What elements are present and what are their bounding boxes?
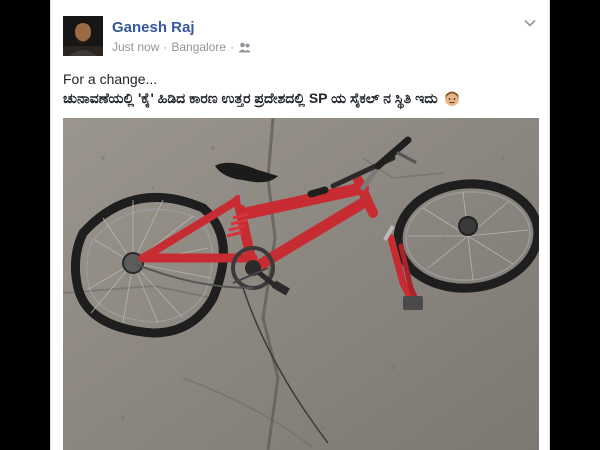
post-text-line-2: ಚುನಾವಣೆಯಲ್ಲಿ 'ಕೈ' ಹಿಡಿದ ಕಾರಣ ಉತ್ತರ ಪ್ರದೇ… — [63, 90, 438, 106]
post-text: For a change... ಚುನಾವಣೆಯಲ್ಲಿ 'ಕೈ' ಹಿಡಿದ … — [63, 70, 537, 108]
post-location[interactable]: Bangalore — [171, 40, 226, 54]
friends-icon[interactable] — [238, 42, 251, 53]
post-meta: Just now · Bangalore · — [112, 40, 251, 54]
post-header: Ganesh Raj Just now · Bangalore · — [63, 16, 537, 60]
chevron-down-icon[interactable] — [523, 16, 537, 30]
author-name[interactable]: Ganesh Raj — [112, 19, 195, 36]
broken-red-bicycle-photo[interactable] — [63, 118, 539, 450]
meta-separator: · — [163, 40, 168, 54]
meta-separator: · — [230, 40, 235, 54]
post-card: Ganesh Raj Just now · Bangalore · For a … — [50, 0, 550, 450]
post-timestamp[interactable]: Just now — [112, 40, 159, 54]
avatar[interactable] — [63, 16, 103, 56]
person-emoji-icon — [444, 91, 460, 107]
post-text-line-2-wrapper: ಚುನಾವಣೆಯಲ್ಲಿ 'ಕೈ' ಹಿಡಿದ ಕಾರಣ ಉತ್ತರ ಪ್ರದೇ… — [63, 89, 537, 108]
post-text-line-1: For a change... — [63, 71, 158, 87]
